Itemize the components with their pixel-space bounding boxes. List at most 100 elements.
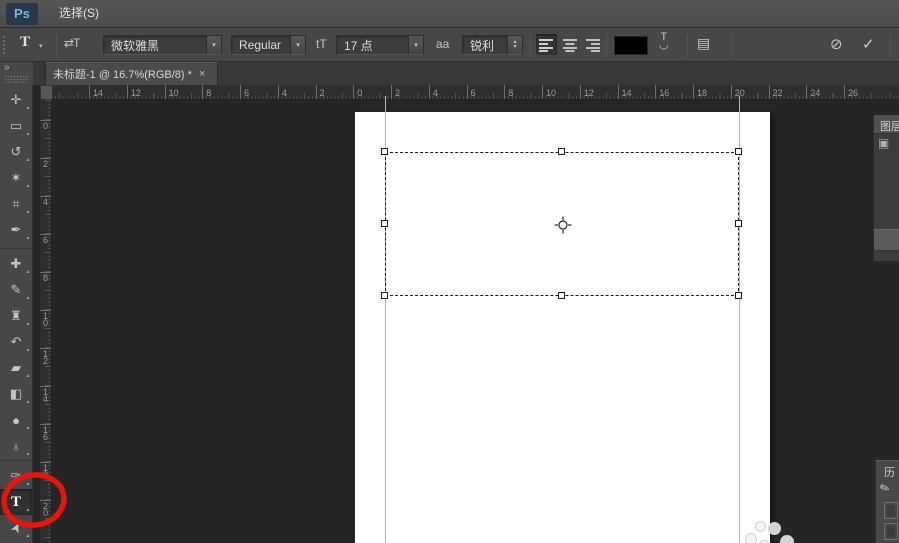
lasso-tool[interactable]: ↺ (0, 139, 32, 165)
spinner-arrows-icon[interactable]: ▴ ▾ (507, 36, 522, 54)
transform-handle[interactable] (735, 148, 742, 155)
type-tool-preset-icon[interactable]: T (20, 34, 30, 51)
history-brush-tool[interactable]: ↶ (0, 329, 32, 355)
font-size-icon: tT (316, 37, 327, 51)
collapsed-panel-dock[interactable]: 历 ✎ (875, 460, 899, 543)
eraser-tool[interactable]: ▰ (0, 355, 32, 381)
left-ruler-label: 6 (40, 234, 51, 245)
eyedropper-tool-icon: ✒ (10, 222, 22, 237)
brush-tool[interactable]: ✎ (0, 277, 32, 303)
transform-handle[interactable] (735, 292, 742, 299)
magic-wand-tool[interactable]: ✶ (0, 165, 32, 191)
top-ruler[interactable]: 14 12 10 8 6 4 2 0 2 4 6 8 10 12 14 16 18 20 22 24 26 (40, 85, 899, 100)
toggle-text-orientation-icon[interactable]: ⇄T (64, 36, 80, 50)
top-ruler-label: 10 (164, 85, 179, 99)
anti-alias-select[interactable]: 锐利 ▴ ▾ (462, 35, 523, 55)
layers-panel-title[interactable]: 图层 (874, 115, 899, 134)
transform-handle[interactable] (381, 292, 388, 299)
font-size-value: 17 点 (344, 38, 373, 53)
top-ruler-label: 22 (768, 85, 783, 99)
vertical-guide-right[interactable] (739, 96, 740, 543)
photoshop-logo: Ps (6, 2, 38, 25)
gradient-tool[interactable]: ◧ (0, 381, 32, 407)
dodge-tool-icon: ♁ (11, 438, 21, 454)
menu-item-5[interactable]: 选择(S) (48, 0, 113, 27)
top-ruler-label: 20 (730, 85, 745, 99)
top-ruler-label: 6 (240, 85, 249, 99)
chevron-down-icon[interactable]: ▾ (290, 36, 305, 54)
align-right-icon[interactable] (581, 34, 602, 55)
align-center-glyph (562, 38, 577, 52)
align-right-glyph (585, 38, 600, 52)
layers-icon[interactable]: ▣ (874, 134, 899, 150)
align-left-glyph (538, 38, 553, 52)
font-style-select[interactable]: Regular ▾ (231, 35, 306, 55)
left-ruler-label: 0 (40, 120, 51, 131)
clone-stamp-tool[interactable]: ♜ (0, 303, 32, 329)
commit-edits-button[interactable]: ✓ (862, 35, 875, 53)
watermark-dot (768, 522, 781, 535)
transform-handle[interactable] (558, 292, 565, 299)
top-ruler-label: 12 (126, 85, 141, 99)
top-ruler-label: 14 (617, 85, 632, 99)
panel-thumbnail[interactable] (884, 523, 898, 540)
top-ruler-label: 26 (844, 85, 858, 99)
tools-panel-grip[interactable] (4, 75, 29, 83)
watermark-dot (780, 535, 794, 543)
top-ruler-label: 4 (277, 85, 287, 99)
document-tab[interactable]: 未标题-1 @ 16.7%(RGB/8) * × (45, 62, 218, 85)
menu-bar: Ps 文件(F)编辑(E)图像(I)图层(L)文字(Y)选择(S)滤镜(T)3D… (0, 0, 899, 155)
move-tool[interactable]: ✛ (0, 87, 32, 113)
chevron-down-icon[interactable]: ▾ (408, 36, 423, 54)
eyedropper-tool[interactable]: ✒ (0, 217, 32, 243)
workspace: 14 12 10 8 6 4 2 0 2 4 6 8 10 12 14 16 18 20 22 24 26 024681… (0, 85, 899, 543)
type-tool-options-bar: T ▾ ⇄T 微软雅黑 ▾ Regular ▾ tT 17 点 ▾ aa 锐利 … (0, 28, 899, 62)
top-ruler-label: 6 (466, 85, 476, 99)
chevron-down-icon[interactable]: ▾ (39, 42, 43, 50)
font-size-select[interactable]: 17 点 ▾ (336, 35, 424, 55)
history-brush-tool-icon: ↶ (10, 334, 22, 349)
healing-brush-tool[interactable]: ✚ (0, 251, 32, 277)
toggle-character-panel-icon[interactable]: ▤ (697, 35, 710, 52)
gradient-tool-icon: ◧ (9, 386, 23, 401)
close-icon[interactable]: × (199, 68, 205, 80)
separator (56, 33, 57, 57)
font-family-select[interactable]: 微软雅黑 ▾ (103, 35, 222, 55)
top-ruler-label: 24 (806, 85, 820, 99)
top-ruler-label: 16 (655, 85, 669, 99)
dodge-tool[interactable]: ♁ (0, 433, 32, 459)
transform-handle[interactable] (735, 220, 742, 227)
transform-handle[interactable] (558, 148, 565, 155)
move-tool-icon: ✛ (10, 92, 22, 107)
blur-tool[interactable]: ● (0, 407, 32, 433)
collapse-panel-icon[interactable]: » (4, 62, 10, 73)
align-left-icon[interactable] (536, 34, 557, 55)
align-center-icon[interactable] (559, 34, 580, 55)
watermark-dot (755, 521, 766, 532)
top-ruler-label: 2 (391, 85, 400, 99)
panel-thumbnail[interactable] (884, 502, 898, 519)
transform-handle[interactable] (381, 220, 388, 227)
chevron-down-icon[interactable]: ▾ (206, 36, 221, 54)
text-color-swatch[interactable] (614, 36, 648, 55)
cancel-edits-button[interactable]: ⊘ (830, 35, 843, 53)
transform-handle[interactable] (381, 148, 388, 155)
left-ruler-label: 1 4 (40, 386, 51, 404)
watermark-dot (745, 533, 757, 543)
separator (530, 33, 531, 57)
layers-panel-footer (874, 229, 899, 251)
ruler-origin-corner[interactable] (40, 85, 53, 100)
history-panel-label: 历 (884, 467, 895, 479)
clone-stamp-tool-icon: ♜ (10, 308, 22, 323)
top-ruler-label: 8 (202, 85, 211, 99)
separator (731, 33, 732, 57)
red-annotation-circle (1, 472, 67, 528)
lasso-tool-icon: ↺ (10, 144, 22, 159)
options-grip[interactable] (2, 35, 6, 55)
left-ruler-label: 2 (40, 158, 51, 169)
top-ruler-label: 18 (693, 85, 707, 99)
warp-text-icon[interactable]: T ◡ (659, 32, 669, 51)
anti-alias-value: 锐利 (470, 38, 495, 53)
crop-tool[interactable]: ⌗ (0, 191, 32, 217)
marquee-tool[interactable]: ▭ (0, 113, 32, 139)
